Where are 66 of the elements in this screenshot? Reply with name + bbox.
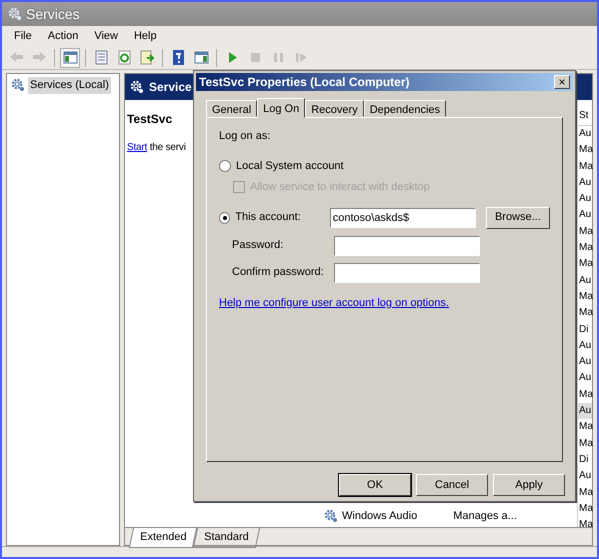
description-cell-text: Manages a... [453, 508, 517, 524]
service-icon [324, 509, 338, 523]
status-cell-text: Au [578, 469, 592, 484]
services-icon [8, 7, 22, 21]
tab[interactable]: Recovery [305, 100, 364, 117]
field-label: Confirm password: [232, 265, 325, 280]
tab[interactable]: Dependencies [364, 100, 446, 117]
status-cell-text: Ma [578, 486, 592, 500]
menu-item[interactable]: View [86, 28, 126, 44]
radio-button[interactable] [219, 160, 231, 172]
services-icon [11, 78, 25, 92]
status-cell-text: Au [578, 127, 592, 141]
status-cell-text: Au [578, 176, 592, 190]
option-label: Local System account [236, 158, 344, 174]
dialog-title: TestSvc Properties (Local Computer) [199, 74, 410, 91]
status-cell-text: Ma [578, 388, 592, 402]
start-link[interactable]: Start [127, 142, 148, 153]
dialog-button[interactable]: Cancel [416, 474, 488, 496]
column-header[interactable]: St [578, 108, 592, 126]
status-cell-text: Ma [578, 420, 592, 434]
status-cell-text: Au [578, 192, 592, 206]
view-tab[interactable]: Extended [128, 528, 198, 548]
tree-pane-icon[interactable] [60, 48, 80, 68]
service-name-cell[interactable]: Windows Audio [342, 508, 418, 524]
status-cell-text: Di [578, 452, 590, 467]
status-cell-text: Ma [578, 290, 592, 304]
tab[interactable]: Log On [257, 98, 306, 118]
option-label: This account: [235, 210, 302, 226]
window-title: Services [26, 4, 80, 24]
tree-item[interactable]: Services (Local) [28, 77, 111, 94]
pane-header: Service [149, 79, 192, 96]
radio-button[interactable] [219, 212, 230, 224]
status-cell: Au [578, 403, 592, 420]
status-cell-text: Au [578, 208, 592, 222]
services-icon [130, 80, 144, 94]
status-cell-text: Ma [578, 160, 592, 174]
help-link[interactable]: Help me configure user account log on options. [219, 296, 449, 308]
group-label: Log on as: [219, 129, 272, 144]
menu-item[interactable]: Help [126, 28, 165, 44]
action-text: the servi [150, 142, 186, 153]
close-button[interactable]: × [554, 75, 570, 89]
status-cell-text: Au [578, 355, 592, 370]
status-cell-text: Ma [578, 502, 592, 516]
browse-button[interactable]: Browse... [486, 206, 550, 228]
dialog-button[interactable]: Apply [493, 474, 565, 496]
password-field[interactable] [334, 236, 480, 256]
status-cell-text: Di [578, 322, 590, 337]
status-cell-text: Ma [578, 436, 592, 451]
tab[interactable]: General [206, 100, 258, 117]
service-name: TestSvc [127, 111, 174, 128]
menu-item[interactable]: Action [40, 28, 86, 44]
password-field[interactable] [334, 262, 480, 282]
status-cell-text: Au [578, 274, 592, 288]
field-label: Password: [232, 238, 284, 254]
status-cell-text: Au [578, 371, 592, 386]
status-cell-text: Ma [578, 143, 592, 158]
account-field[interactable]: contoso\askds$ [330, 208, 476, 228]
menu-item[interactable]: File [6, 28, 40, 44]
status-cell-text: Ma [578, 257, 592, 272]
status-cell-text: Ma [578, 241, 592, 256]
status-cell-text: Au [578, 338, 592, 353]
dialog-button[interactable]: OK [339, 474, 411, 496]
status-cell-text: Ma [578, 518, 592, 532]
status-cell-text: Ma [578, 306, 592, 320]
status-cell-text: Ma [578, 224, 592, 239]
view-tab[interactable]: Standard [193, 528, 260, 548]
